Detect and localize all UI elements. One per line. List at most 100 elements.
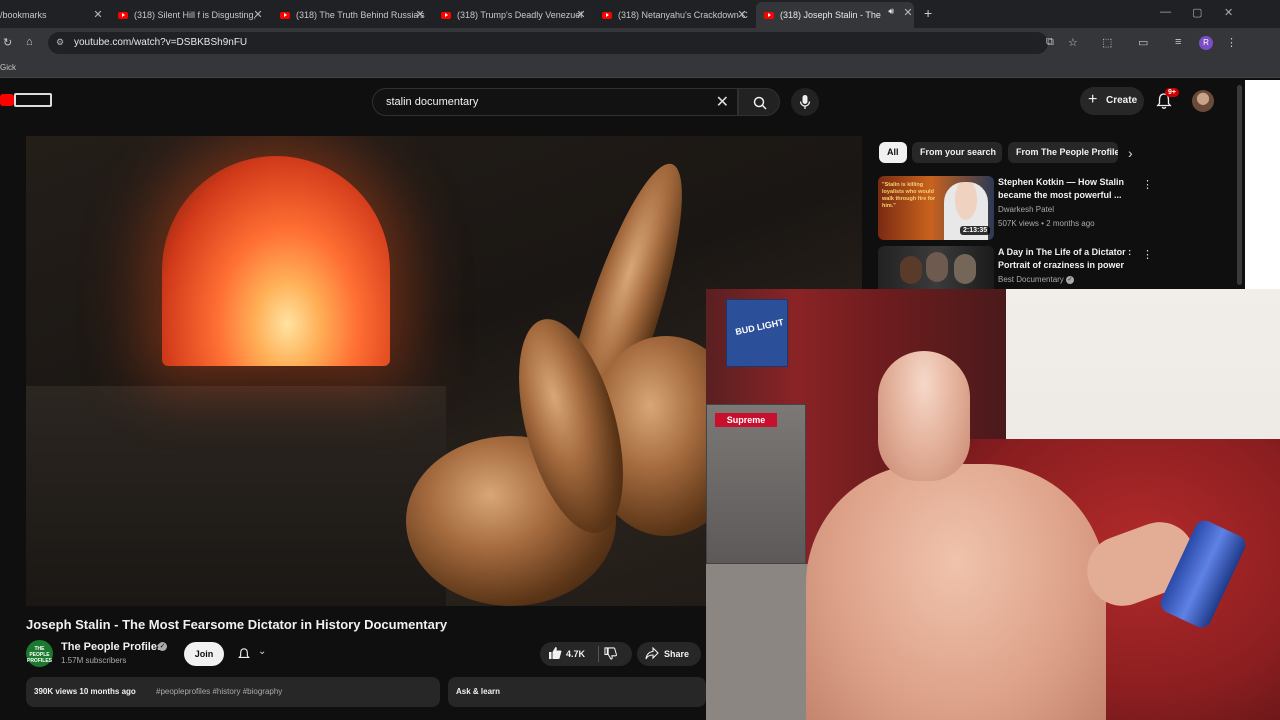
microphone-icon (799, 95, 811, 109)
share-icon (645, 647, 659, 660)
dislike-icon[interactable] (604, 647, 617, 660)
bookmark-item[interactable]: Gick (0, 63, 16, 72)
ask-learn-label: Ask & learn (456, 687, 501, 696)
verified-icon: ✓ (1066, 275, 1075, 284)
youtube-favicon-icon (764, 11, 774, 19)
browser-tab[interactable]: (318) The Truth Behind Russia's ✕ (280, 4, 426, 26)
tab-title: (318) Silent Hill f is Disgusting, (134, 10, 257, 20)
close-tab-icon[interactable]: ✕ (736, 8, 748, 21)
verified-icon: ✓ (158, 642, 167, 651)
extensions-icon[interactable]: ⬚ (1102, 36, 1112, 49)
close-tab-icon[interactable]: ✕ (252, 8, 264, 21)
side-panel-icon[interactable]: ▭ (1138, 36, 1148, 49)
join-button[interactable]: Join (184, 642, 224, 666)
supreme-sticker: Supreme (715, 413, 777, 427)
recommendation-channel[interactable]: Best Documentary (998, 275, 1064, 284)
url-field[interactable]: ⚙ youtube.com/watch?v=DSBKBSh9nFU (48, 32, 1048, 54)
search-icon (753, 96, 767, 110)
maximize-icon[interactable]: ▢ (1192, 6, 1202, 19)
chip-from-your-search[interactable]: From your search (912, 142, 1002, 163)
share-label: Share (664, 649, 690, 659)
page-scrollbar[interactable] (1237, 85, 1242, 285)
youtube-favicon-icon (441, 11, 451, 19)
browser-tab[interactable]: (318) Silent Hill f is Disgusting, ✕ (118, 4, 264, 26)
beer-box-label: BUD LIGHT (734, 317, 785, 337)
hashtags[interactable]: #peopleprofiles #history #biography (156, 687, 282, 696)
youtube-favicon-icon (602, 11, 612, 19)
close-tab-icon[interactable]: ✕ (92, 8, 104, 21)
search-query: stalin documentary (386, 96, 479, 108)
webcam-mini-fridge: Supreme (706, 404, 806, 564)
thumbnail-person (954, 254, 976, 284)
youtube-favicon-icon (280, 11, 290, 19)
like-icon[interactable] (548, 646, 562, 660)
close-tab-icon[interactable]: ✕ (414, 8, 426, 21)
more-actions-icon[interactable]: ⋮ (1142, 178, 1153, 191)
clear-search-icon[interactable]: ✕ (716, 92, 729, 112)
speaker-icon[interactable]: 🔊︎ (888, 6, 894, 17)
webcam-beer-box: BUD LIGHT (726, 299, 788, 367)
recommendation-item[interactable]: "Stalin is killing loyalists who would w… (878, 176, 1168, 240)
subscriber-count: 1.57M subscribers (61, 656, 127, 665)
search-input[interactable]: stalin documentary ✕ (372, 88, 738, 116)
youtube-logo-icon[interactable] (0, 94, 14, 106)
tab-title: (318) The Truth Behind Russia's (296, 10, 425, 20)
install-app-icon[interactable]: ⧉ (1046, 36, 1054, 49)
home-icon[interactable]: ⌂ (26, 36, 33, 48)
browser-tab[interactable]: (318) Trump's Deadly Venezuel ✕ (441, 4, 587, 26)
video-title: Joseph Stalin - The Most Fearsome Dictat… (26, 617, 448, 632)
notification-badge: 9+ (1165, 88, 1179, 97)
channel-avatar[interactable]: THE PEOPLE PROFILES (26, 640, 53, 667)
media-controls-icon[interactable]: ≡ (1175, 36, 1181, 48)
webcam-person-body (806, 464, 1106, 720)
share-button[interactable]: Share (637, 642, 701, 666)
create-button[interactable]: + Create (1080, 87, 1144, 115)
description-box[interactable]: 390K views 10 months ago #peopleprofiles… (26, 677, 440, 707)
close-window-icon[interactable]: ✕ (1224, 6, 1233, 19)
search-button[interactable] (738, 88, 780, 116)
youtube-masthead: stalin documentary ✕ + Create 9+ (0, 80, 1245, 130)
subscription-bell-button[interactable]: ⌄ (230, 642, 278, 666)
tab-title: (318) Netanyahu's Crackdown C (618, 10, 748, 20)
ask-learn-box[interactable]: Ask & learn (448, 677, 706, 707)
thumbnail-caption: "Stalin is killing loyalists who would w… (882, 182, 936, 209)
bookmarks-bar: Gick (0, 58, 1280, 78)
thumbnail-person (900, 256, 922, 284)
video-frame-oven-fire (162, 156, 390, 366)
reload-icon[interactable]: ↻ (3, 36, 12, 49)
chip-from-channel[interactable]: From The People Profiles (1008, 142, 1118, 163)
browser-tab-active[interactable]: (318) Joseph Stalin - The M 🔊︎ ✕ (756, 2, 914, 28)
chevron-down-icon: ⌄ (258, 646, 267, 657)
account-avatar[interactable] (1192, 90, 1214, 112)
create-label: Create (1106, 95, 1138, 106)
close-tab-icon[interactable]: ✕ (902, 6, 914, 19)
channel-name[interactable]: The People Profiles (61, 641, 163, 653)
tab-title: /bookmarks (0, 10, 47, 20)
bookmark-star-icon[interactable]: ☆ (1068, 36, 1078, 49)
new-tab-icon[interactable]: + (924, 5, 932, 21)
more-actions-icon[interactable]: ⋮ (1142, 248, 1153, 261)
recommendation-meta: 507K views • 2 months ago (998, 219, 1095, 228)
recommendation-channel[interactable]: Dwarkesh Patel (998, 205, 1054, 214)
site-info-icon[interactable]: ⚙ (56, 37, 64, 48)
chevron-right-icon[interactable]: › (1128, 145, 1133, 161)
recommendation-item[interactable]: A Day in The Life of a Dictator : Portra… (878, 246, 1168, 289)
browser-tab[interactable]: (318) Netanyahu's Crackdown C ✕ (602, 4, 748, 26)
browser-tab[interactable]: /bookmarks ✕ (0, 4, 104, 26)
tab-title: (318) Joseph Stalin - The M (780, 10, 884, 20)
recommendation-thumbnail[interactable] (878, 246, 994, 289)
close-tab-icon[interactable]: ✕ (575, 8, 587, 21)
recommendation-channel-row[interactable]: Best Documentary ✓ (998, 275, 1075, 284)
youtube-favicon-icon (118, 11, 128, 19)
minimize-icon[interactable]: — (1160, 6, 1171, 18)
voice-search-button[interactable] (791, 88, 819, 116)
profile-avatar[interactable]: R (1199, 36, 1213, 50)
recommendation-title[interactable]: Stephen Kotkin — How Stalin became the m… (998, 176, 1138, 202)
chip-all[interactable]: All (879, 142, 907, 163)
youtube-logo-badge-icon[interactable] (14, 93, 52, 107)
recommendation-title[interactable]: A Day in The Life of a Dictator : Portra… (998, 246, 1138, 272)
plus-icon: + (1088, 91, 1098, 108)
menu-dots-icon[interactable]: ⋮ (1226, 36, 1237, 49)
like-dislike-buttons[interactable]: 4.7K (540, 642, 632, 666)
address-bar-row: ↻ ⌂ ⚙ youtube.com/watch?v=DSBKBSh9nFU ⧉ … (0, 28, 1280, 58)
